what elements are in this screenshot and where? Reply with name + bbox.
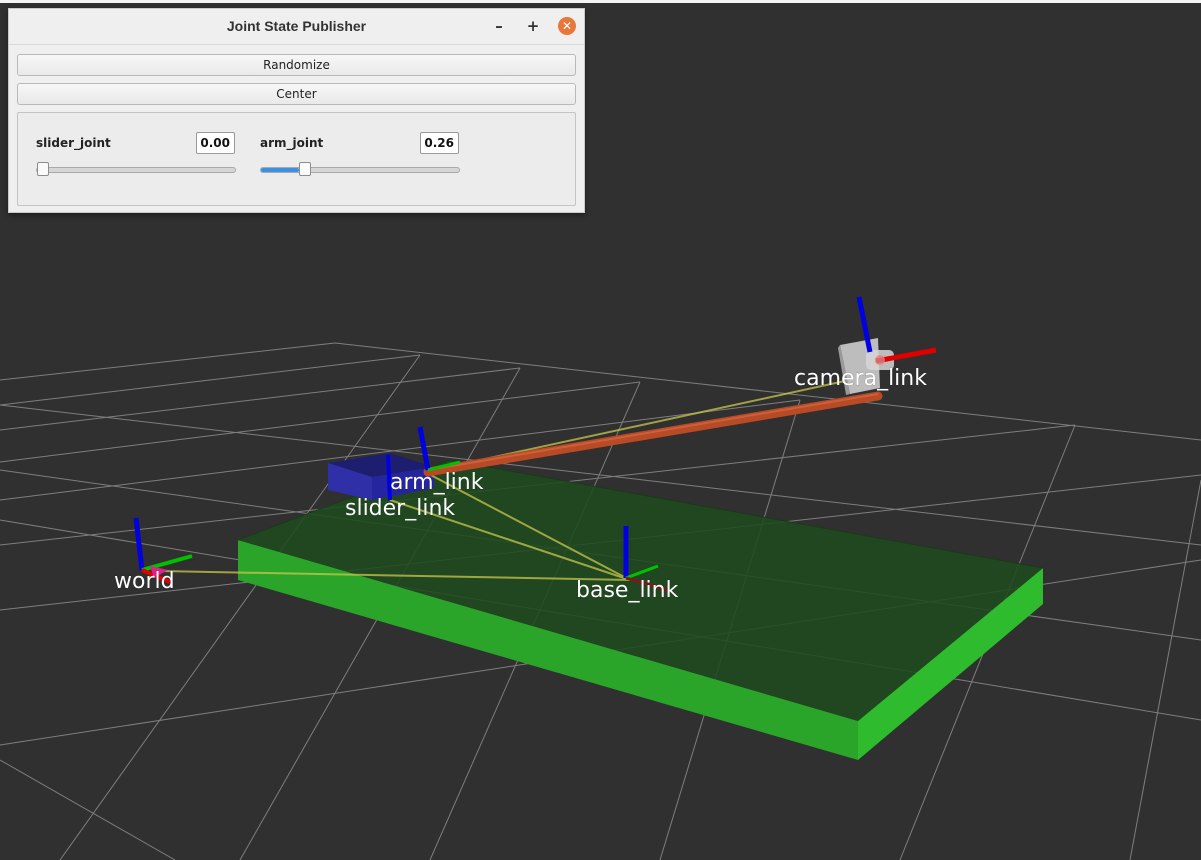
randomize-button[interactable]: Randomize (17, 54, 576, 76)
slider-handle[interactable] (298, 162, 311, 176)
joint-state-publisher-window: Joint State Publisher – + ✕ Randomize Ce… (8, 8, 585, 213)
joint-label-arm-joint: arm_joint (260, 136, 324, 150)
slider-handle[interactable] (37, 162, 49, 176)
frame-label-base-link: base_link (576, 578, 679, 603)
joint-value-slider-joint[interactable]: 0.00 (196, 132, 235, 154)
close-icon[interactable]: ✕ (558, 17, 576, 35)
arm-rod[interactable] (423, 391, 883, 477)
joint-sliders-group: slider_joint 0.00 arm_joint 0.26 (17, 112, 576, 206)
minimize-icon[interactable]: – (490, 17, 508, 35)
joint-label-slider-joint: slider_joint (36, 136, 111, 150)
maximize-icon[interactable]: + (524, 17, 542, 35)
frame-label-camera-link: camera_link (794, 366, 927, 391)
center-button[interactable]: Center (17, 83, 576, 105)
slider-fill (261, 168, 299, 172)
frame-label-slider-link: slider_link (345, 496, 455, 521)
joint-slider-slider-joint[interactable] (36, 162, 236, 176)
frame-label-world: world (114, 569, 175, 594)
window-titlebar[interactable]: Joint State Publisher – + ✕ (9, 9, 584, 45)
frame-label-arm-link: arm_link (390, 470, 484, 495)
joint-value-arm-joint[interactable]: 0.26 (420, 132, 459, 154)
joint-slider-arm-joint[interactable] (260, 162, 460, 176)
